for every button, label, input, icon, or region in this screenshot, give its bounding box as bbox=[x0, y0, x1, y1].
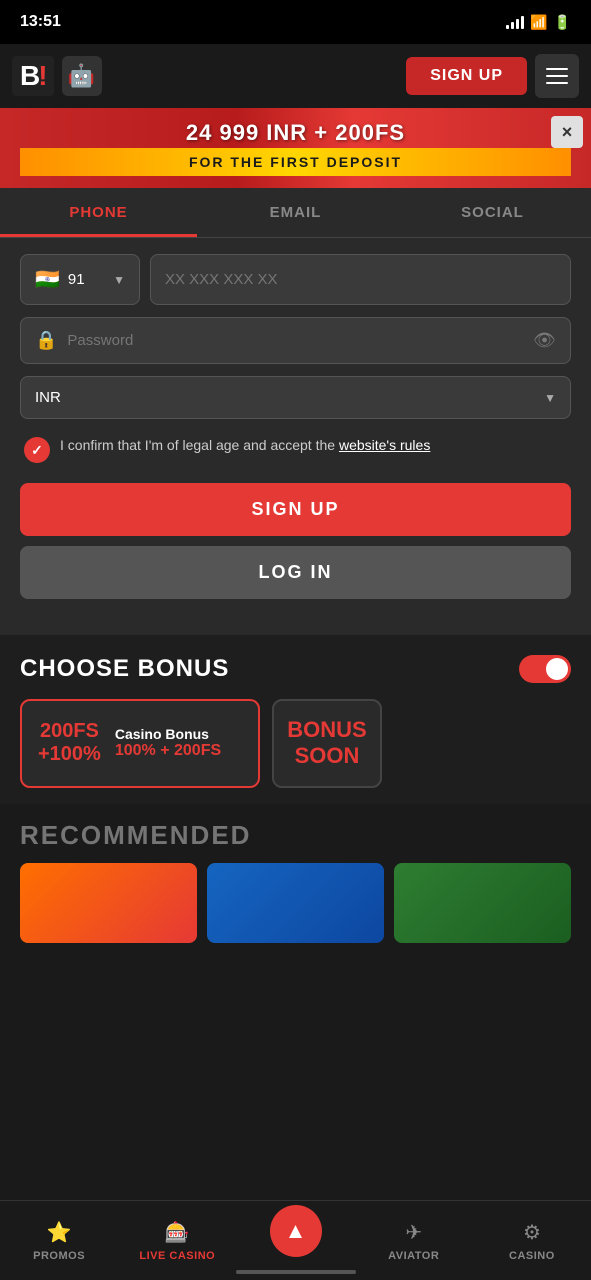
nav-live-casino[interactable]: 🎰 LIVE CASINO bbox=[118, 1201, 236, 1280]
promos-label: PROMOS bbox=[33, 1250, 85, 1262]
menu-line-2 bbox=[546, 75, 568, 77]
bonus-header: CHOOSE BONUS bbox=[20, 655, 571, 683]
status-right: 📶 🔋 bbox=[506, 14, 571, 31]
country-code: 91 bbox=[68, 271, 85, 288]
rec-card-2[interactable] bbox=[207, 863, 384, 943]
checkbox-control[interactable]: ✓ bbox=[24, 437, 50, 463]
bonus-section: CHOOSE BONUS 200FS +100% Casino Bonus 10… bbox=[0, 635, 591, 804]
header-signup-button[interactable]: SIGN UP bbox=[406, 57, 527, 95]
time: 13:51 bbox=[20, 13, 61, 31]
casino-label: CASINO bbox=[509, 1250, 555, 1262]
wifi-icon: 📶 bbox=[530, 14, 547, 31]
status-bar: 13:51 📶 🔋 bbox=[0, 0, 591, 44]
aviator-nav-icon: ✈ bbox=[405, 1220, 422, 1245]
form-body: 🇮🇳 91 ▼ 🔒 👁 INR ▼ ✓ bbox=[0, 238, 591, 615]
rules-link[interactable]: website's rules bbox=[339, 437, 430, 453]
logo-text: B! bbox=[20, 60, 46, 92]
badge-200fs: 200FS bbox=[40, 720, 99, 743]
battery-icon: 🔋 bbox=[554, 14, 571, 31]
nav-promos[interactable]: ⭐ PROMOS bbox=[0, 1201, 118, 1280]
header: B! 🤖 SIGN UP bbox=[0, 44, 591, 108]
modal-overlay: 24 999 INR + 200FS FOR THE FIRST DEPOSIT… bbox=[0, 108, 591, 959]
recommended-cards bbox=[20, 863, 571, 943]
phone-input[interactable] bbox=[150, 254, 571, 305]
eye-icon[interactable]: 👁 bbox=[533, 330, 556, 351]
rec-card-3[interactable] bbox=[394, 863, 571, 943]
nav-casino-aviator-label[interactable]: ✈ AVIATOR bbox=[355, 1201, 473, 1280]
aviator-label: AVIATOR bbox=[388, 1250, 439, 1262]
menu-line-3 bbox=[546, 82, 568, 84]
bonus-card-amount: 100% + 200FS bbox=[115, 742, 221, 760]
tabs: PHONE EMAIL SOCIAL bbox=[0, 188, 591, 238]
live-casino-icon: 🎰 bbox=[165, 1220, 190, 1245]
toggle-switch[interactable] bbox=[519, 655, 571, 683]
bonus-card-badge: 200FS +100% bbox=[38, 720, 101, 766]
header-left: B! 🤖 bbox=[12, 56, 102, 96]
form-card: PHONE EMAIL SOCIAL 🇮🇳 91 ▼ 🔒 bbox=[0, 188, 591, 635]
bonus-amount: 24 999 INR + 200FS bbox=[20, 120, 571, 146]
nav-casino[interactable]: ⚙ CASINO bbox=[473, 1201, 591, 1280]
signal-icon bbox=[506, 15, 524, 29]
badge-100: +100% bbox=[38, 743, 101, 766]
currency-value: INR bbox=[35, 389, 61, 406]
chevron-down-icon: ▼ bbox=[113, 273, 125, 287]
bonus-cards: 200FS +100% Casino Bonus 100% + 200FS BO… bbox=[20, 699, 571, 788]
bottom-nav: ⭐ PROMOS 🎰 LIVE CASINO ▲ ✈ AVIATOR ⚙ CAS… bbox=[0, 1200, 591, 1280]
bonus-card-soon: BONUSSOON bbox=[272, 699, 382, 788]
nav-aviator[interactable]: ▲ bbox=[236, 1201, 354, 1280]
checkmark-icon: ✓ bbox=[31, 442, 43, 459]
recommended-title: RECOMMENDED bbox=[20, 820, 571, 851]
aviator-icon-circle: ▲ bbox=[270, 1205, 322, 1257]
bonus-card-info: Casino Bonus 100% + 200FS bbox=[115, 726, 221, 760]
logo: B! bbox=[12, 56, 54, 96]
lock-icon: 🔒 bbox=[35, 330, 57, 351]
checkbox-label: I confirm that I'm of legal age and acce… bbox=[60, 435, 430, 456]
android-icon[interactable]: 🤖 bbox=[62, 56, 102, 96]
live-casino-label: LIVE CASINO bbox=[139, 1250, 215, 1262]
country-selector[interactable]: 🇮🇳 91 ▼ bbox=[20, 254, 140, 305]
bonus-subtitle: FOR THE FIRST DEPOSIT bbox=[20, 148, 571, 176]
bonus-card-name: Casino Bonus bbox=[115, 726, 221, 742]
signup-main-button[interactable]: SIGN UP bbox=[20, 483, 571, 536]
menu-button[interactable] bbox=[535, 54, 579, 98]
terms-checkbox-row: ✓ I confirm that I'm of legal age and ac… bbox=[20, 435, 571, 463]
currency-selector[interactable]: INR ▼ bbox=[20, 376, 571, 419]
rec-card-1[interactable] bbox=[20, 863, 197, 943]
password-input[interactable] bbox=[67, 332, 523, 349]
currency-chevron-icon: ▼ bbox=[544, 391, 556, 405]
bonus-soon-text: BONUSSOON bbox=[287, 717, 366, 770]
close-button[interactable]: × bbox=[551, 116, 583, 148]
tab-social[interactable]: SOCIAL bbox=[394, 188, 591, 237]
flag-icon: 🇮🇳 bbox=[35, 267, 60, 292]
tab-phone[interactable]: PHONE bbox=[0, 188, 197, 237]
promos-icon: ⭐ bbox=[47, 1220, 72, 1245]
bonus-card-casino[interactable]: 200FS +100% Casino Bonus 100% + 200FS bbox=[20, 699, 260, 788]
casino-icon: ⚙ bbox=[523, 1220, 541, 1245]
toggle-knob bbox=[546, 658, 568, 680]
bonus-section-title: CHOOSE BONUS bbox=[20, 655, 229, 683]
menu-line-1 bbox=[546, 68, 568, 70]
login-button[interactable]: LOG IN bbox=[20, 546, 571, 599]
password-field: 🔒 👁 bbox=[20, 317, 571, 364]
phone-row: 🇮🇳 91 ▼ bbox=[20, 254, 571, 305]
aviator-icon: ▲ bbox=[285, 1218, 307, 1244]
tab-email[interactable]: EMAIL bbox=[197, 188, 394, 237]
home-indicator bbox=[236, 1270, 356, 1274]
header-right: SIGN UP bbox=[406, 54, 579, 98]
recommended-section: RECOMMENDED bbox=[0, 804, 591, 959]
bonus-banner: 24 999 INR + 200FS FOR THE FIRST DEPOSIT… bbox=[0, 108, 591, 188]
